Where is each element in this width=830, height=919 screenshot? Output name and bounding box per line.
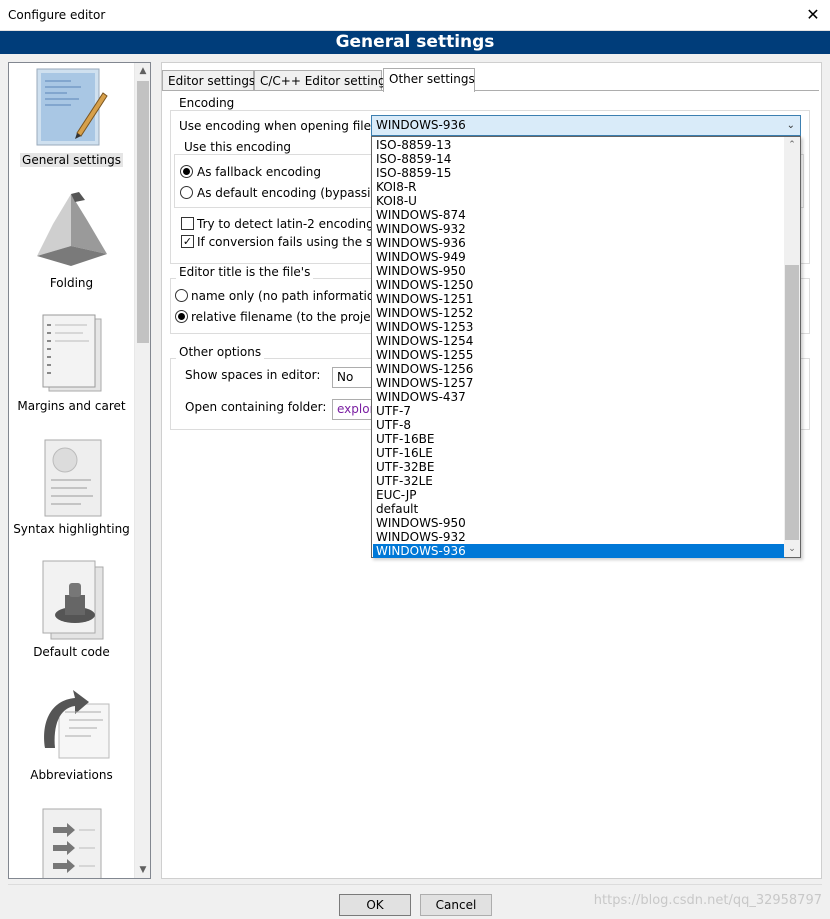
dropdown-option[interactable]: WINDOWS-936 bbox=[373, 544, 785, 558]
scroll-down-icon[interactable]: ⌄ bbox=[784, 541, 800, 557]
show-spaces-label: Show spaces in editor: bbox=[185, 368, 321, 382]
dropdown-option[interactable]: WINDOWS-1252 bbox=[373, 306, 785, 320]
scroll-up-icon[interactable]: ▲ bbox=[135, 63, 150, 79]
dropdown-option[interactable]: UTF-16LE bbox=[373, 446, 785, 460]
name-only-radio[interactable] bbox=[175, 289, 188, 302]
show-spaces-value: No bbox=[337, 370, 354, 384]
conversion-label: If conversion fails using the sett bbox=[197, 235, 389, 249]
fallback-radio[interactable] bbox=[180, 165, 193, 178]
sidebar-item-label: Folding bbox=[49, 276, 94, 290]
sidebar-item-label: Margins and caret bbox=[17, 399, 126, 413]
dropdown-option[interactable]: WINDOWS-936 bbox=[373, 236, 785, 250]
default-code-icon bbox=[42, 560, 104, 640]
editor-title-group-label: Editor title is the file's bbox=[176, 265, 314, 279]
sidebar-item-abbreviations[interactable]: Abbreviations bbox=[9, 678, 134, 801]
dropdown-option[interactable]: default bbox=[373, 502, 785, 516]
sidebar-item-next[interactable] bbox=[9, 801, 134, 878]
conversion-checkbox[interactable]: ✓ bbox=[181, 235, 194, 248]
dropdown-option[interactable]: ISO-8859-13 bbox=[373, 138, 785, 152]
relative-filename-label: relative filename (to the project bbox=[191, 310, 382, 324]
fallback-label: As fallback encoding bbox=[197, 165, 321, 179]
dropdown-option[interactable]: ISO-8859-14 bbox=[373, 152, 785, 166]
dropdown-option[interactable]: WINDOWS-1251 bbox=[373, 292, 785, 306]
margins-icon bbox=[42, 314, 102, 392]
detect-latin2-checkbox[interactable] bbox=[181, 217, 194, 230]
encoding-label: Use encoding when opening files: bbox=[179, 119, 382, 133]
window-title: Configure editor bbox=[8, 8, 106, 22]
cancel-button[interactable]: Cancel bbox=[420, 894, 492, 916]
sidebar-item-label: General settings bbox=[20, 153, 123, 167]
other-options-group-label: Other options bbox=[176, 345, 265, 359]
dropdown-option[interactable]: KOI8-U bbox=[373, 194, 785, 208]
dropdown-option[interactable]: WINDOWS-949 bbox=[373, 250, 785, 264]
tab-other-settings[interactable]: Other settings bbox=[383, 68, 475, 92]
default-encoding-radio[interactable] bbox=[180, 186, 193, 199]
dropdown-option[interactable]: WINDOWS-1256 bbox=[373, 362, 785, 376]
dropdown-option[interactable]: WINDOWS-1254 bbox=[373, 334, 785, 348]
ok-button[interactable]: OK bbox=[339, 894, 411, 916]
scrollbar-thumb[interactable] bbox=[137, 81, 149, 343]
close-icon[interactable]: ✕ bbox=[802, 4, 824, 26]
general-settings-icon bbox=[36, 68, 108, 146]
sidebar-item-label: Abbreviations bbox=[30, 768, 113, 782]
watermark: https://blog.csdn.net/qq_32958797 bbox=[593, 893, 822, 908]
dropdown-option[interactable]: WINDOWS-1257 bbox=[373, 376, 785, 390]
dropdown-option[interactable]: WINDOWS-1250 bbox=[373, 278, 785, 292]
dropdown-option[interactable]: WINDOWS-874 bbox=[373, 208, 785, 222]
scroll-up-icon[interactable]: ⌃ bbox=[784, 137, 800, 153]
dropdown-option[interactable]: WINDOWS-1253 bbox=[373, 320, 785, 334]
encoding-dropdown-list[interactable]: ISO-8859-13 ISO-8859-14 ISO-8859-15 KOI8-R K… bbox=[371, 136, 801, 558]
next-page-icon bbox=[42, 808, 102, 878]
dropdown-option[interactable]: WINDOWS-932 bbox=[373, 530, 785, 544]
use-this-encoding-label: Use this encoding bbox=[181, 140, 295, 154]
divider bbox=[8, 884, 822, 885]
detect-latin2-label: Try to detect latin-2 encodings bbox=[197, 217, 380, 231]
syntax-highlighting-icon bbox=[44, 439, 102, 517]
dropdown-option[interactable]: UTF-7 bbox=[373, 404, 785, 418]
sidebar-scrollbar[interactable]: ▲ ▼ bbox=[134, 63, 150, 878]
dropdown-option[interactable]: EUC-JP bbox=[373, 488, 785, 502]
abbreviations-icon bbox=[44, 690, 110, 759]
folding-icon bbox=[37, 192, 107, 266]
encoding-group-label: Encoding bbox=[176, 96, 238, 110]
sidebar: General settings Folding Margins and car… bbox=[8, 62, 151, 879]
dropdown-option[interactable]: WINDOWS-950 bbox=[373, 516, 785, 530]
encoding-select-value: WINDOWS-936 bbox=[376, 118, 466, 132]
title-bar: Configure editor ✕ bbox=[0, 0, 830, 31]
dropdown-option[interactable]: UTF-32LE bbox=[373, 474, 785, 488]
chevron-down-icon: ⌄ bbox=[786, 120, 795, 131]
page-banner: General settings bbox=[0, 31, 830, 54]
dropdown-option[interactable]: UTF-8 bbox=[373, 418, 785, 432]
tab-cpp-editor-settings[interactable]: C/C++ Editor settings bbox=[254, 70, 392, 91]
open-folder-label: Open containing folder: bbox=[185, 400, 327, 414]
dropdown-option[interactable]: WINDOWS-437 bbox=[373, 390, 785, 404]
sidebar-item-default-code[interactable]: Default code bbox=[9, 555, 134, 678]
sidebar-item-label: Default code bbox=[33, 645, 110, 659]
dropdown-option[interactable]: UTF-32BE bbox=[373, 460, 785, 474]
tab-editor-settings[interactable]: Editor settings bbox=[162, 70, 255, 91]
default-encoding-label: As default encoding (bypassing bbox=[197, 186, 386, 200]
scrollbar-thumb[interactable] bbox=[785, 265, 799, 540]
dropdown-option[interactable]: KOI8-R bbox=[373, 180, 785, 194]
sidebar-item-margins-and-caret[interactable]: Margins and caret bbox=[9, 309, 134, 432]
relative-filename-radio[interactable] bbox=[175, 310, 188, 323]
dropdown-option[interactable]: WINDOWS-950 bbox=[373, 264, 785, 278]
dropdown-scrollbar[interactable]: ⌃ ⌄ bbox=[784, 137, 800, 557]
sidebar-item-syntax-highlighting[interactable]: Syntax highlighting bbox=[9, 432, 134, 555]
sidebar-item-general-settings[interactable]: General settings bbox=[9, 63, 134, 186]
name-only-label: name only (no path information) bbox=[191, 289, 387, 303]
dropdown-option[interactable]: UTF-16BE bbox=[373, 432, 785, 446]
scroll-down-icon[interactable]: ▼ bbox=[135, 862, 150, 878]
encoding-select[interactable]: WINDOWS-936 ⌄ bbox=[371, 115, 801, 136]
dropdown-option[interactable]: WINDOWS-932 bbox=[373, 222, 785, 236]
dropdown-option[interactable]: ISO-8859-15 bbox=[373, 166, 785, 180]
sidebar-item-label: Syntax highlighting bbox=[13, 522, 130, 536]
sidebar-item-folding[interactable]: Folding bbox=[9, 186, 134, 309]
dropdown-option[interactable]: WINDOWS-1255 bbox=[373, 348, 785, 362]
